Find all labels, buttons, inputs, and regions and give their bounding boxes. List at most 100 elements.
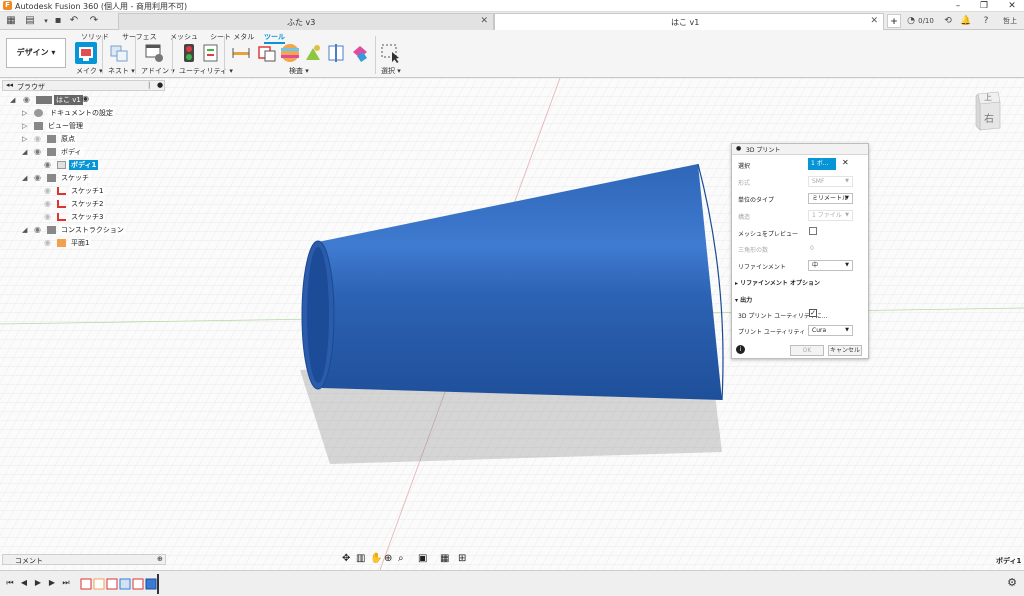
expand-icon[interactable]: ◢ (22, 148, 27, 156)
selection-button[interactable]: 1 ボ... (808, 158, 836, 170)
display-settings-icon[interactable]: ▣ (418, 553, 427, 564)
browser-item-sketches[interactable]: ◢ ◉ スケッチ (0, 172, 166, 185)
job-status-icon[interactable]: ◔ (905, 14, 917, 28)
scripts-addins-icon[interactable] (143, 42, 165, 64)
inspect-group-label[interactable]: 検査 ▾ (289, 66, 309, 76)
comments-add-icon[interactable]: ⊕ (157, 555, 163, 563)
zoom-icon[interactable]: ⊕ (384, 553, 392, 564)
expand-icon[interactable]: ▷ (22, 135, 27, 143)
fit-icon[interactable]: ⌕ (398, 553, 404, 564)
nest-group-label[interactable]: ネスト ▾ (108, 66, 135, 76)
expand-icon[interactable]: ◢ (22, 226, 27, 234)
grid-settings-icon[interactable]: ▦ (440, 553, 449, 564)
unit-type-dropdown[interactable]: ミリメートル ▼ (808, 193, 853, 204)
maximize-button[interactable]: ❐ (974, 0, 994, 12)
collapse-browser-icon[interactable]: ◂◂ (6, 81, 13, 89)
visibility-eye-icon[interactable]: ◉ (44, 199, 51, 208)
measure-icon[interactable] (230, 42, 252, 64)
expand-icon[interactable]: ◢ (10, 96, 15, 104)
select-icon[interactable] (380, 42, 402, 64)
tab-hako[interactable]: はこ v1 ✕ (494, 13, 884, 30)
close-window-button[interactable]: ✕ (1002, 0, 1022, 12)
section-analysis-icon[interactable] (325, 42, 347, 64)
visibility-eye-icon[interactable]: ◉ (34, 134, 41, 143)
file-menu-icon[interactable]: ▤ (22, 14, 38, 28)
cancel-button[interactable]: キャンセル (828, 345, 862, 356)
utility-list-icon[interactable] (200, 42, 222, 64)
browser-item-construction[interactable]: ◢ ◉ コンストラクション (0, 224, 166, 237)
visibility-eye-icon[interactable]: ◉ (44, 160, 51, 169)
save-icon[interactable]: ▪ (50, 14, 66, 28)
history-icon[interactable]: ⟲ (942, 14, 954, 28)
3d-print-icon[interactable] (75, 42, 97, 64)
send-to-utility-checkbox[interactable]: ✓ (809, 309, 817, 317)
browser-item-document-settings[interactable]: ▷ ドキュメントの設定 (0, 107, 166, 120)
browser-options-icon[interactable]: ● (157, 81, 163, 89)
go-to-start-icon[interactable]: ⏮ (4, 577, 16, 589)
clear-selection-icon[interactable]: ✕ (842, 158, 849, 167)
interference-icon[interactable] (256, 42, 278, 64)
zebra-analysis-icon[interactable] (279, 42, 301, 64)
tab-surface[interactable]: サーフェス (122, 32, 157, 42)
visibility-eye-icon[interactable]: ◉ (44, 238, 51, 247)
timeline-settings-gear-icon[interactable]: ⚙ (1006, 577, 1018, 589)
visibility-eye-icon[interactable]: ◉ (44, 186, 51, 195)
display-component-colors-icon[interactable] (349, 42, 371, 64)
refinement-options-section[interactable]: ▸ リファインメント オプション (735, 278, 820, 287)
tab-solid[interactable]: ソリッド (81, 32, 109, 42)
minimize-button[interactable]: – (948, 0, 968, 12)
new-tab-button[interactable]: + (887, 14, 901, 28)
output-section[interactable]: ▾ 出力 (735, 295, 752, 304)
visibility-eye-icon[interactable]: ◉ (34, 225, 41, 234)
redo-icon[interactable]: ↷ (86, 14, 102, 28)
nest-icon[interactable] (108, 42, 130, 64)
browser-item-bodies[interactable]: ◢ ◉ ボディ (0, 146, 166, 159)
step-forward-icon[interactable]: ▶ (46, 577, 58, 589)
orbit-icon[interactable]: ✥ (342, 553, 350, 564)
visibility-eye-icon[interactable]: ◉ (34, 147, 41, 156)
undo-icon[interactable]: ↶ (66, 14, 82, 28)
pan-icon[interactable]: ✋ (370, 553, 382, 564)
tab-mesh[interactable]: メッシュ (170, 32, 198, 42)
notifications-icon[interactable]: 🔔 (960, 14, 972, 28)
viewports-icon[interactable]: ⊞ (458, 553, 466, 564)
browser-pin-icon[interactable]: | (148, 81, 150, 89)
data-panel-grid-icon[interactable]: ▦ (3, 14, 19, 28)
browser-item-sketch2[interactable]: ◉ スケッチ2 (0, 198, 166, 211)
tab-futa-close-icon[interactable]: ✕ (480, 16, 488, 26)
browser-item-sketch1[interactable]: ◉ スケッチ1 (0, 185, 166, 198)
help-icon[interactable]: ? (980, 14, 992, 28)
visibility-eye-icon[interactable]: ◉ (44, 212, 51, 221)
visibility-eye-icon[interactable]: ◉ (34, 173, 41, 182)
tab-sheet-metal[interactable]: シート メタル (210, 32, 254, 42)
select-group-label[interactable]: 選択 ▾ (381, 66, 401, 76)
addins-group-label[interactable]: アドイン ▾ (141, 66, 175, 76)
make-group-label[interactable]: メイク ▾ (76, 66, 103, 76)
activate-radio-icon[interactable]: ◉ (82, 94, 89, 103)
expand-icon[interactable]: ▷ (22, 109, 27, 117)
tab-futa[interactable]: ふた v3 ✕ (118, 13, 494, 30)
browser-item-plane1[interactable]: ◉ 平面1 (0, 237, 166, 250)
timeline-features[interactable] (80, 577, 158, 591)
browser-item-body1[interactable]: ◉ ボディ1 (0, 159, 166, 172)
go-to-end-icon[interactable]: ⏭ (60, 577, 72, 589)
step-back-icon[interactable]: ◀ (18, 577, 30, 589)
look-at-icon[interactable]: ▥ (356, 553, 365, 564)
browser-item-root[interactable]: ◢ ◉ はこ v1 ◉ (0, 94, 166, 107)
viewcube[interactable]: 上 右 (972, 90, 1002, 136)
timeline-marker[interactable] (157, 574, 159, 594)
print-utility-dropdown[interactable]: Cura ▼ (808, 325, 853, 336)
expand-icon[interactable]: ▷ (22, 122, 27, 130)
preview-mesh-checkbox[interactable] (809, 227, 817, 235)
info-icon[interactable]: i (736, 345, 745, 354)
expand-icon[interactable]: ◢ (22, 174, 27, 182)
workspace-switcher[interactable]: デザイン ▾ (6, 38, 66, 68)
user-account[interactable]: 哲上 (1000, 14, 1020, 28)
refinement-dropdown[interactable]: 中 ▼ (808, 260, 853, 271)
browser-item-sketch3[interactable]: ◉ スケッチ3 (0, 211, 166, 224)
browser-item-origin[interactable]: ▷ ◉ 原点 (0, 133, 166, 146)
visibility-eye-icon[interactable]: ◉ (23, 95, 30, 104)
traffic-light-icon[interactable] (178, 42, 200, 64)
tab-hako-close-icon[interactable]: ✕ (870, 16, 878, 26)
browser-item-named-views[interactable]: ▷ ビュー管理 (0, 120, 166, 133)
